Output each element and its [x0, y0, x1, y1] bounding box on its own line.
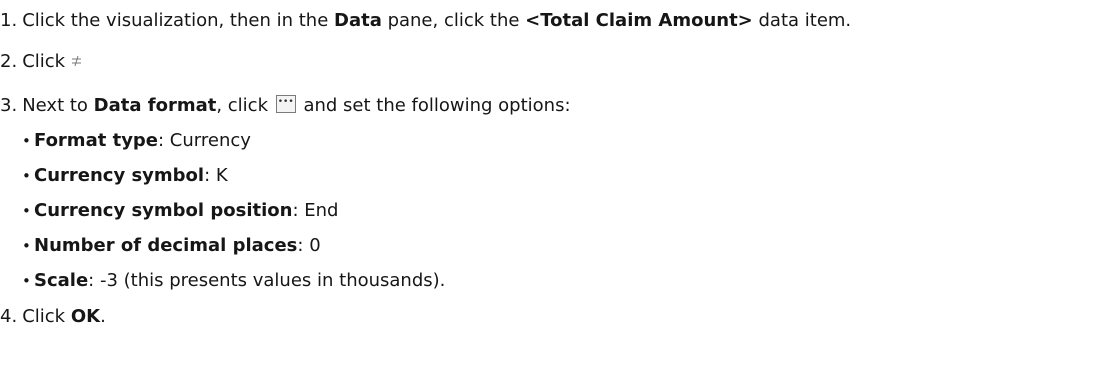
option-item: • Currency symbol position: End — [22, 199, 338, 223]
step-3: 3. Next to Data format, click ••• and set… — [0, 94, 571, 118]
option-item: • Format type: Currency — [22, 129, 251, 153]
step-text: . — [100, 306, 106, 327]
bullet: • — [22, 167, 31, 185]
option-label: Number of decimal places — [34, 235, 298, 256]
step-number: 4. — [0, 306, 18, 327]
step-text: , click — [216, 95, 274, 116]
bullet: • — [22, 237, 31, 255]
step-bold-term: Data format — [93, 95, 217, 116]
step-text: and set the following options: — [297, 95, 571, 116]
step-number: 3. — [0, 95, 18, 116]
bullet: • — [22, 272, 31, 290]
step-text: data item. — [752, 10, 852, 31]
option-label: Currency symbol position — [34, 200, 293, 221]
option-value: : 0 — [297, 235, 321, 256]
properties-toggle-icon — [71, 50, 82, 74]
bullet: • — [22, 202, 31, 220]
step-bold-term: Data — [334, 10, 382, 31]
step-number: 2. — [0, 51, 18, 72]
option-label: Currency symbol — [34, 165, 205, 186]
option-item: • Scale: -3 (this presents values in thou… — [22, 269, 445, 293]
step-number: 1. — [0, 10, 18, 31]
step-text: Click — [22, 306, 71, 327]
step-text: Click — [22, 51, 71, 72]
option-label: Format type — [34, 130, 159, 151]
option-value: : -3 (this presents values in thousands)… — [88, 270, 446, 291]
option-item: • Number of decimal places: 0 — [22, 234, 321, 258]
step-2: 2. Click — [0, 50, 82, 74]
option-value: : K — [204, 165, 228, 186]
option-value: : End — [292, 200, 339, 221]
step-1: 1. Click the visualization, then in the D… — [0, 9, 851, 33]
option-label: Scale — [34, 270, 89, 291]
step-text: pane, click the — [381, 10, 526, 31]
step-bold-term: OK — [70, 306, 101, 327]
option-item: • Currency symbol: K — [22, 164, 228, 188]
ellipsis-button-icon: ••• — [275, 95, 296, 113]
step-text: Next to — [22, 95, 94, 116]
step-text: Click the visualization, then in the — [22, 10, 334, 31]
step-4: 4. Click OK. — [0, 305, 106, 329]
instructions-document: 1. Click the visualization, then in the D… — [0, 0, 1097, 392]
option-value: : Currency — [158, 130, 251, 151]
step-bold-term: <Total Claim Amount> — [525, 10, 753, 31]
bullet: • — [22, 132, 31, 150]
